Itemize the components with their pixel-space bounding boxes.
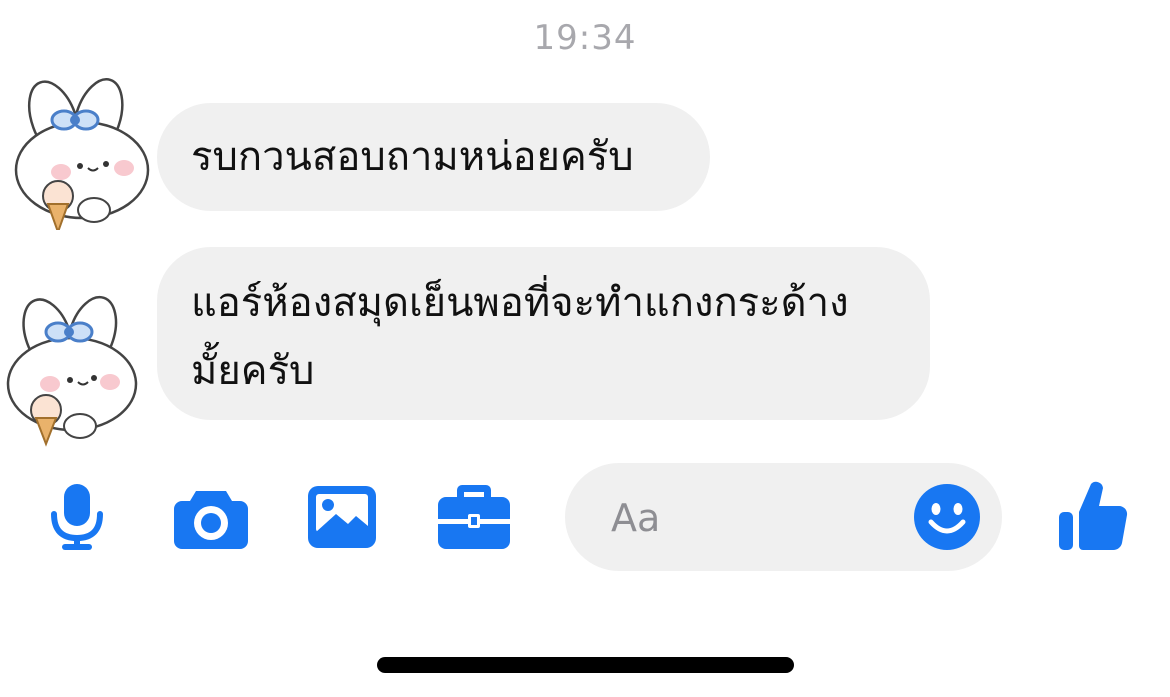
camera-icon: [174, 491, 248, 549]
gallery-icon: [308, 486, 376, 548]
voice-message-button[interactable]: [48, 482, 106, 552]
emoji-smile-icon: [914, 484, 980, 550]
gallery-button[interactable]: [308, 486, 376, 548]
bunny-sticker-icon: [14, 78, 150, 230]
thumbs-up-icon: [1059, 481, 1128, 551]
message-text: แอร์ห้องสมุดเย็นพอที่จะทำแกงกระด้างมั้ยค…: [191, 280, 849, 394]
message-input[interactable]: [609, 487, 903, 549]
home-indicator[interactable]: [377, 657, 794, 673]
sender-avatar[interactable]: [0, 288, 150, 448]
microphone-icon: [51, 484, 103, 550]
briefcase-icon: [438, 485, 510, 549]
message-bubble[interactable]: รบกวนสอบถามหน่อยครับ: [157, 103, 710, 211]
apps-button[interactable]: [438, 481, 510, 549]
message-text: รบกวนสอบถามหน่อยครับ: [191, 134, 634, 180]
like-button[interactable]: [1057, 478, 1129, 552]
camera-button[interactable]: [174, 485, 248, 549]
sender-avatar[interactable]: [6, 70, 156, 230]
message-composer: [565, 463, 1002, 571]
emoji-button[interactable]: [914, 484, 980, 550]
message-timestamp: 19:34: [533, 18, 637, 58]
message-bubble[interactable]: แอร์ห้องสมุดเย็นพอที่จะทำแกงกระด้างมั้ยค…: [157, 247, 930, 420]
bunny-sticker-icon: [6, 295, 138, 447]
